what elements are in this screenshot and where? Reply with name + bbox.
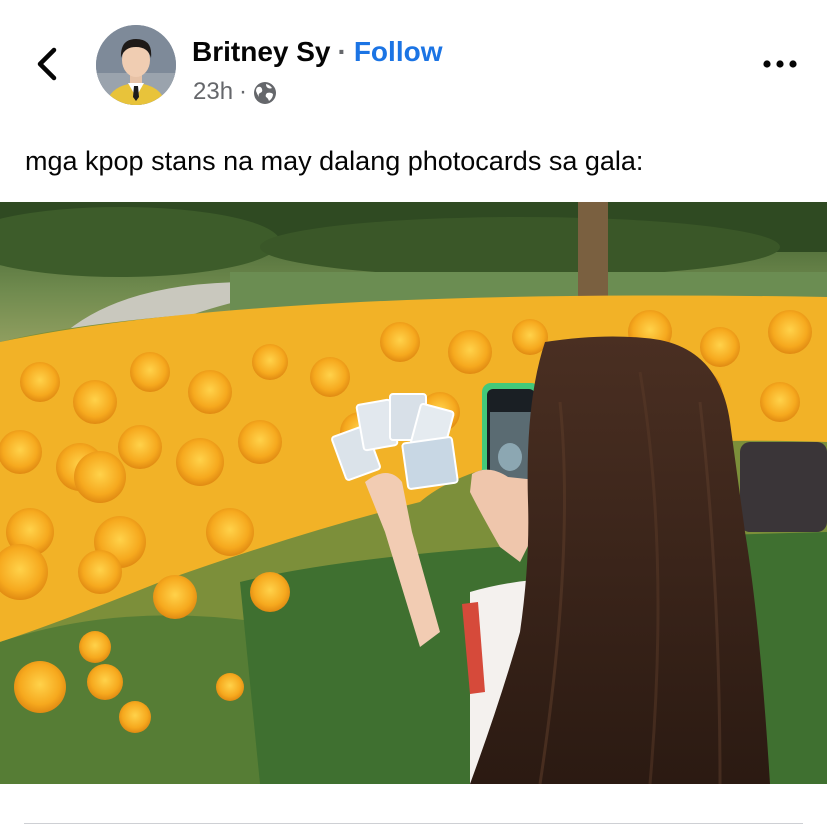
author-line: Britney Sy · Follow (192, 36, 442, 68)
avatar-image (96, 25, 176, 105)
back-button[interactable] (30, 44, 64, 84)
post-photo[interactable] (0, 202, 827, 784)
post-caption: mga kpop stans na may dalang photocards … (25, 146, 644, 176)
globe-icon[interactable] (253, 81, 277, 105)
meta-separator: · (239, 78, 248, 105)
name-separator: · (337, 36, 347, 67)
avatar[interactable] (96, 25, 176, 105)
post-meta: 23h · (193, 78, 277, 106)
more-options-button[interactable] (752, 46, 808, 82)
author-name[interactable]: Britney Sy (192, 36, 331, 68)
more-horizontal-icon (763, 60, 797, 68)
chevron-left-icon (37, 47, 57, 81)
divider (24, 823, 803, 824)
follow-button[interactable]: Follow (354, 36, 443, 68)
post-timestamp[interactable]: 23h (193, 78, 233, 106)
